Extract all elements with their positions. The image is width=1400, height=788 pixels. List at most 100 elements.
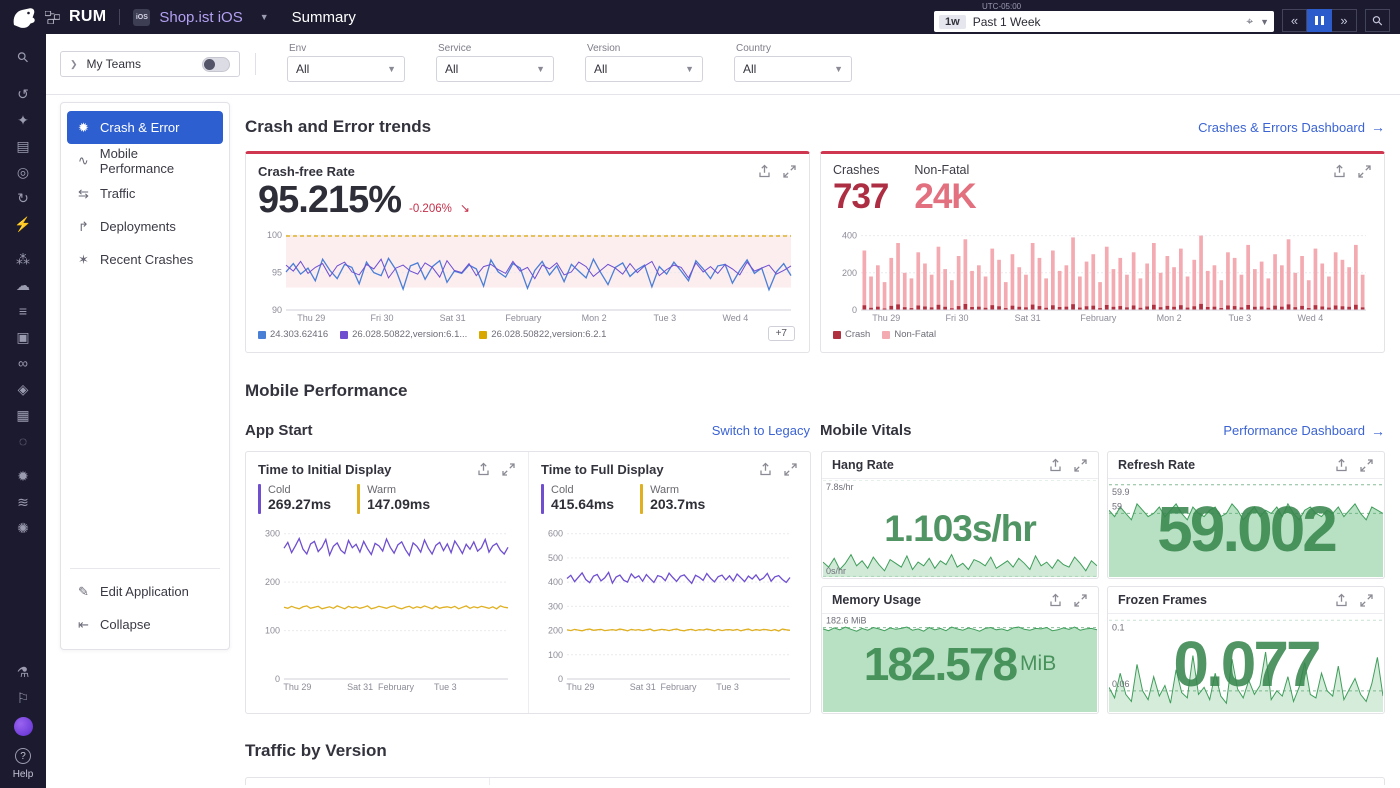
help-icon: ? — [15, 748, 31, 764]
expand-icon[interactable] — [783, 462, 798, 477]
infrastructure-icon[interactable]: ▦ — [10, 403, 36, 427]
deployments-icon: ↱ — [76, 219, 91, 235]
sidebar-item-traffic[interactable]: ⇆ Traffic — [67, 177, 223, 210]
legend-more-chip[interactable]: +7 — [768, 326, 795, 341]
crash-free-rate-chart[interactable]: 1009590Thu 29Fri 30Sat 31FebruaryMon 2Tu… — [258, 227, 797, 323]
skip-forward-button[interactable]: » — [1332, 9, 1357, 32]
expand-icon[interactable] — [501, 462, 516, 477]
refresh-rate-chart[interactable]: 59.959 — [1109, 480, 1383, 577]
service-map-icon[interactable]: ⁂ — [10, 247, 36, 271]
chevron-down-icon[interactable]: ▼ — [260, 12, 269, 22]
pause-button[interactable] — [1307, 9, 1332, 32]
sidebar-item-label: Crash & Error — [100, 120, 179, 135]
settings-icon[interactable]: ✺ — [10, 516, 36, 540]
legend-item[interactable]: 26.028.50822,version:6.2.1 — [479, 329, 606, 340]
edit-application-button[interactable]: ✎ Edit Application — [67, 575, 223, 608]
sidebar-item-crash-error[interactable]: ✹ Crash & Error — [67, 111, 223, 144]
performance-dashboard-link[interactable]: Performance Dashboard → — [1223, 423, 1385, 439]
export-icon[interactable] — [1334, 593, 1349, 608]
legend-item[interactable]: 26.028.50822,version:6.1... — [340, 329, 467, 340]
my-teams-control[interactable]: ❯ My Teams — [60, 51, 240, 77]
non-fatal-stat: Non-Fatal 24K — [914, 163, 975, 221]
env-filter-select[interactable]: All ▼ — [287, 56, 405, 82]
user-avatar[interactable] — [14, 717, 33, 736]
app-selector[interactable]: Shop.ist iOS — [159, 9, 242, 26]
service-filter-select[interactable]: All ▼ — [436, 56, 554, 82]
memory-usage-chart[interactable]: 182.6 MiB — [823, 615, 1097, 712]
profiling-icon[interactable]: ≋ — [10, 490, 36, 514]
mobile-vitals-title: Mobile Vitals — [820, 422, 911, 439]
metrics-icon[interactable]: ▤ — [10, 134, 36, 158]
sidebar-item-recent-crashes[interactable]: ✶ Recent Crashes — [67, 243, 223, 276]
svg-text:95: 95 — [272, 268, 282, 278]
export-icon[interactable] — [1048, 593, 1063, 608]
svg-text:Sat 31: Sat 31 — [630, 682, 656, 692]
product-name[interactable]: RUM — [69, 8, 106, 26]
expand-icon[interactable] — [1073, 593, 1088, 608]
dashboards-icon[interactable]: ▣ — [10, 325, 36, 349]
pin-icon[interactable]: ⌖ — [1246, 14, 1253, 29]
software-delivery-icon[interactable]: ◌ — [10, 429, 36, 453]
frozen-frames-chart[interactable]: 0.10.06 — [1109, 615, 1383, 712]
performance-icon: ∿ — [76, 153, 91, 169]
datadog-logo[interactable] — [10, 5, 36, 29]
svg-text:February: February — [1080, 313, 1117, 323]
timezone-label: UTC-05:00 — [934, 2, 1274, 11]
switch-to-legacy-link[interactable]: Switch to Legacy — [712, 423, 810, 438]
export-icon[interactable] — [1334, 458, 1349, 473]
export-icon[interactable] — [1048, 458, 1063, 473]
monitors-icon[interactable]: ◎ — [10, 160, 36, 184]
synthetics-icon[interactable]: ↻ — [10, 186, 36, 210]
help-button[interactable]: ? Help — [13, 748, 34, 780]
search-icon[interactable]: ⚲ — [10, 45, 36, 69]
skip-back-button[interactable]: « — [1282, 9, 1307, 32]
apm-icon[interactable]: ⚡ — [10, 212, 36, 236]
legend-item[interactable]: 24.303.62416 — [258, 329, 328, 340]
expand-icon[interactable] — [782, 164, 797, 179]
svg-text:200: 200 — [842, 268, 857, 278]
playback-controls: « » — [1282, 9, 1357, 32]
country-filter-select[interactable]: All ▼ — [734, 56, 852, 82]
collapse-button[interactable]: ⇤ Collapse — [67, 608, 223, 641]
error-tracking-icon[interactable]: ✹ — [10, 464, 36, 488]
chevron-down-icon[interactable]: ▼ — [1260, 17, 1269, 27]
crashes-chart[interactable]: 4002000Thu 29Fri 30Sat 31FebruaryMon 2Tu… — [833, 227, 1372, 323]
recent-history-icon[interactable]: ↺ — [10, 82, 36, 106]
crash-icon: ✹ — [76, 120, 91, 136]
chevron-right-icon[interactable]: ❯ — [70, 59, 78, 70]
time-to-initial-display-chart[interactable]: 3002001000Thu 29Sat 31FebruaryTue 3 — [258, 520, 516, 692]
crashes-errors-dashboard-link[interactable]: Crashes & Errors Dashboard → — [1198, 119, 1385, 135]
crashes-value: 737 — [833, 177, 888, 217]
zoom-icon[interactable]: ⚲ — [1365, 9, 1390, 32]
export-icon[interactable] — [757, 164, 772, 179]
watchdog-icon[interactable]: ✦ — [10, 108, 36, 132]
svg-text:400: 400 — [842, 231, 857, 241]
expand-icon[interactable] — [1357, 164, 1372, 179]
time-to-full-display-chart[interactable]: 6005004003002001000Thu 29Sat 31FebruaryT… — [541, 520, 798, 692]
export-icon[interactable] — [1332, 164, 1347, 179]
svg-text:300: 300 — [548, 601, 563, 611]
version-filter-select[interactable]: All ▼ — [585, 56, 703, 82]
sidebar-item-deployments[interactable]: ↱ Deployments — [67, 210, 223, 243]
logs-icon[interactable]: ≡ — [10, 299, 36, 323]
service-filter-label: Service — [438, 43, 471, 54]
time-range-chip[interactable]: 1w — [939, 15, 966, 29]
expand-icon[interactable] — [1073, 458, 1088, 473]
labs-icon[interactable]: ⚗ — [10, 660, 36, 684]
time-range-picker[interactable]: 1w Past 1 Week ⌖ ▼ — [934, 11, 1274, 32]
my-teams-toggle[interactable] — [202, 57, 230, 72]
export-icon[interactable] — [476, 462, 491, 477]
security-icon[interactable]: ◈ — [10, 377, 36, 401]
sidebar-item-mobile-performance[interactable]: ∿ Mobile Performance — [67, 144, 223, 177]
sidebar-item-label: Deployments — [100, 219, 176, 234]
export-icon[interactable] — [758, 462, 773, 477]
notifications-icon[interactable]: ⚐ — [10, 686, 36, 710]
legend-item[interactable]: Crash — [833, 329, 870, 340]
expand-icon[interactable] — [1359, 593, 1374, 608]
hang-rate-chart[interactable]: 7.8s/hr0s/hr — [823, 480, 1097, 577]
integrations-icon[interactable]: ∞ — [10, 351, 36, 375]
expand-icon[interactable] — [1359, 458, 1374, 473]
legend-item[interactable]: Non-Fatal — [882, 329, 936, 340]
ci-icon[interactable]: ☁ — [10, 273, 36, 297]
crash-free-rate-value: 95.215% — [258, 179, 401, 222]
